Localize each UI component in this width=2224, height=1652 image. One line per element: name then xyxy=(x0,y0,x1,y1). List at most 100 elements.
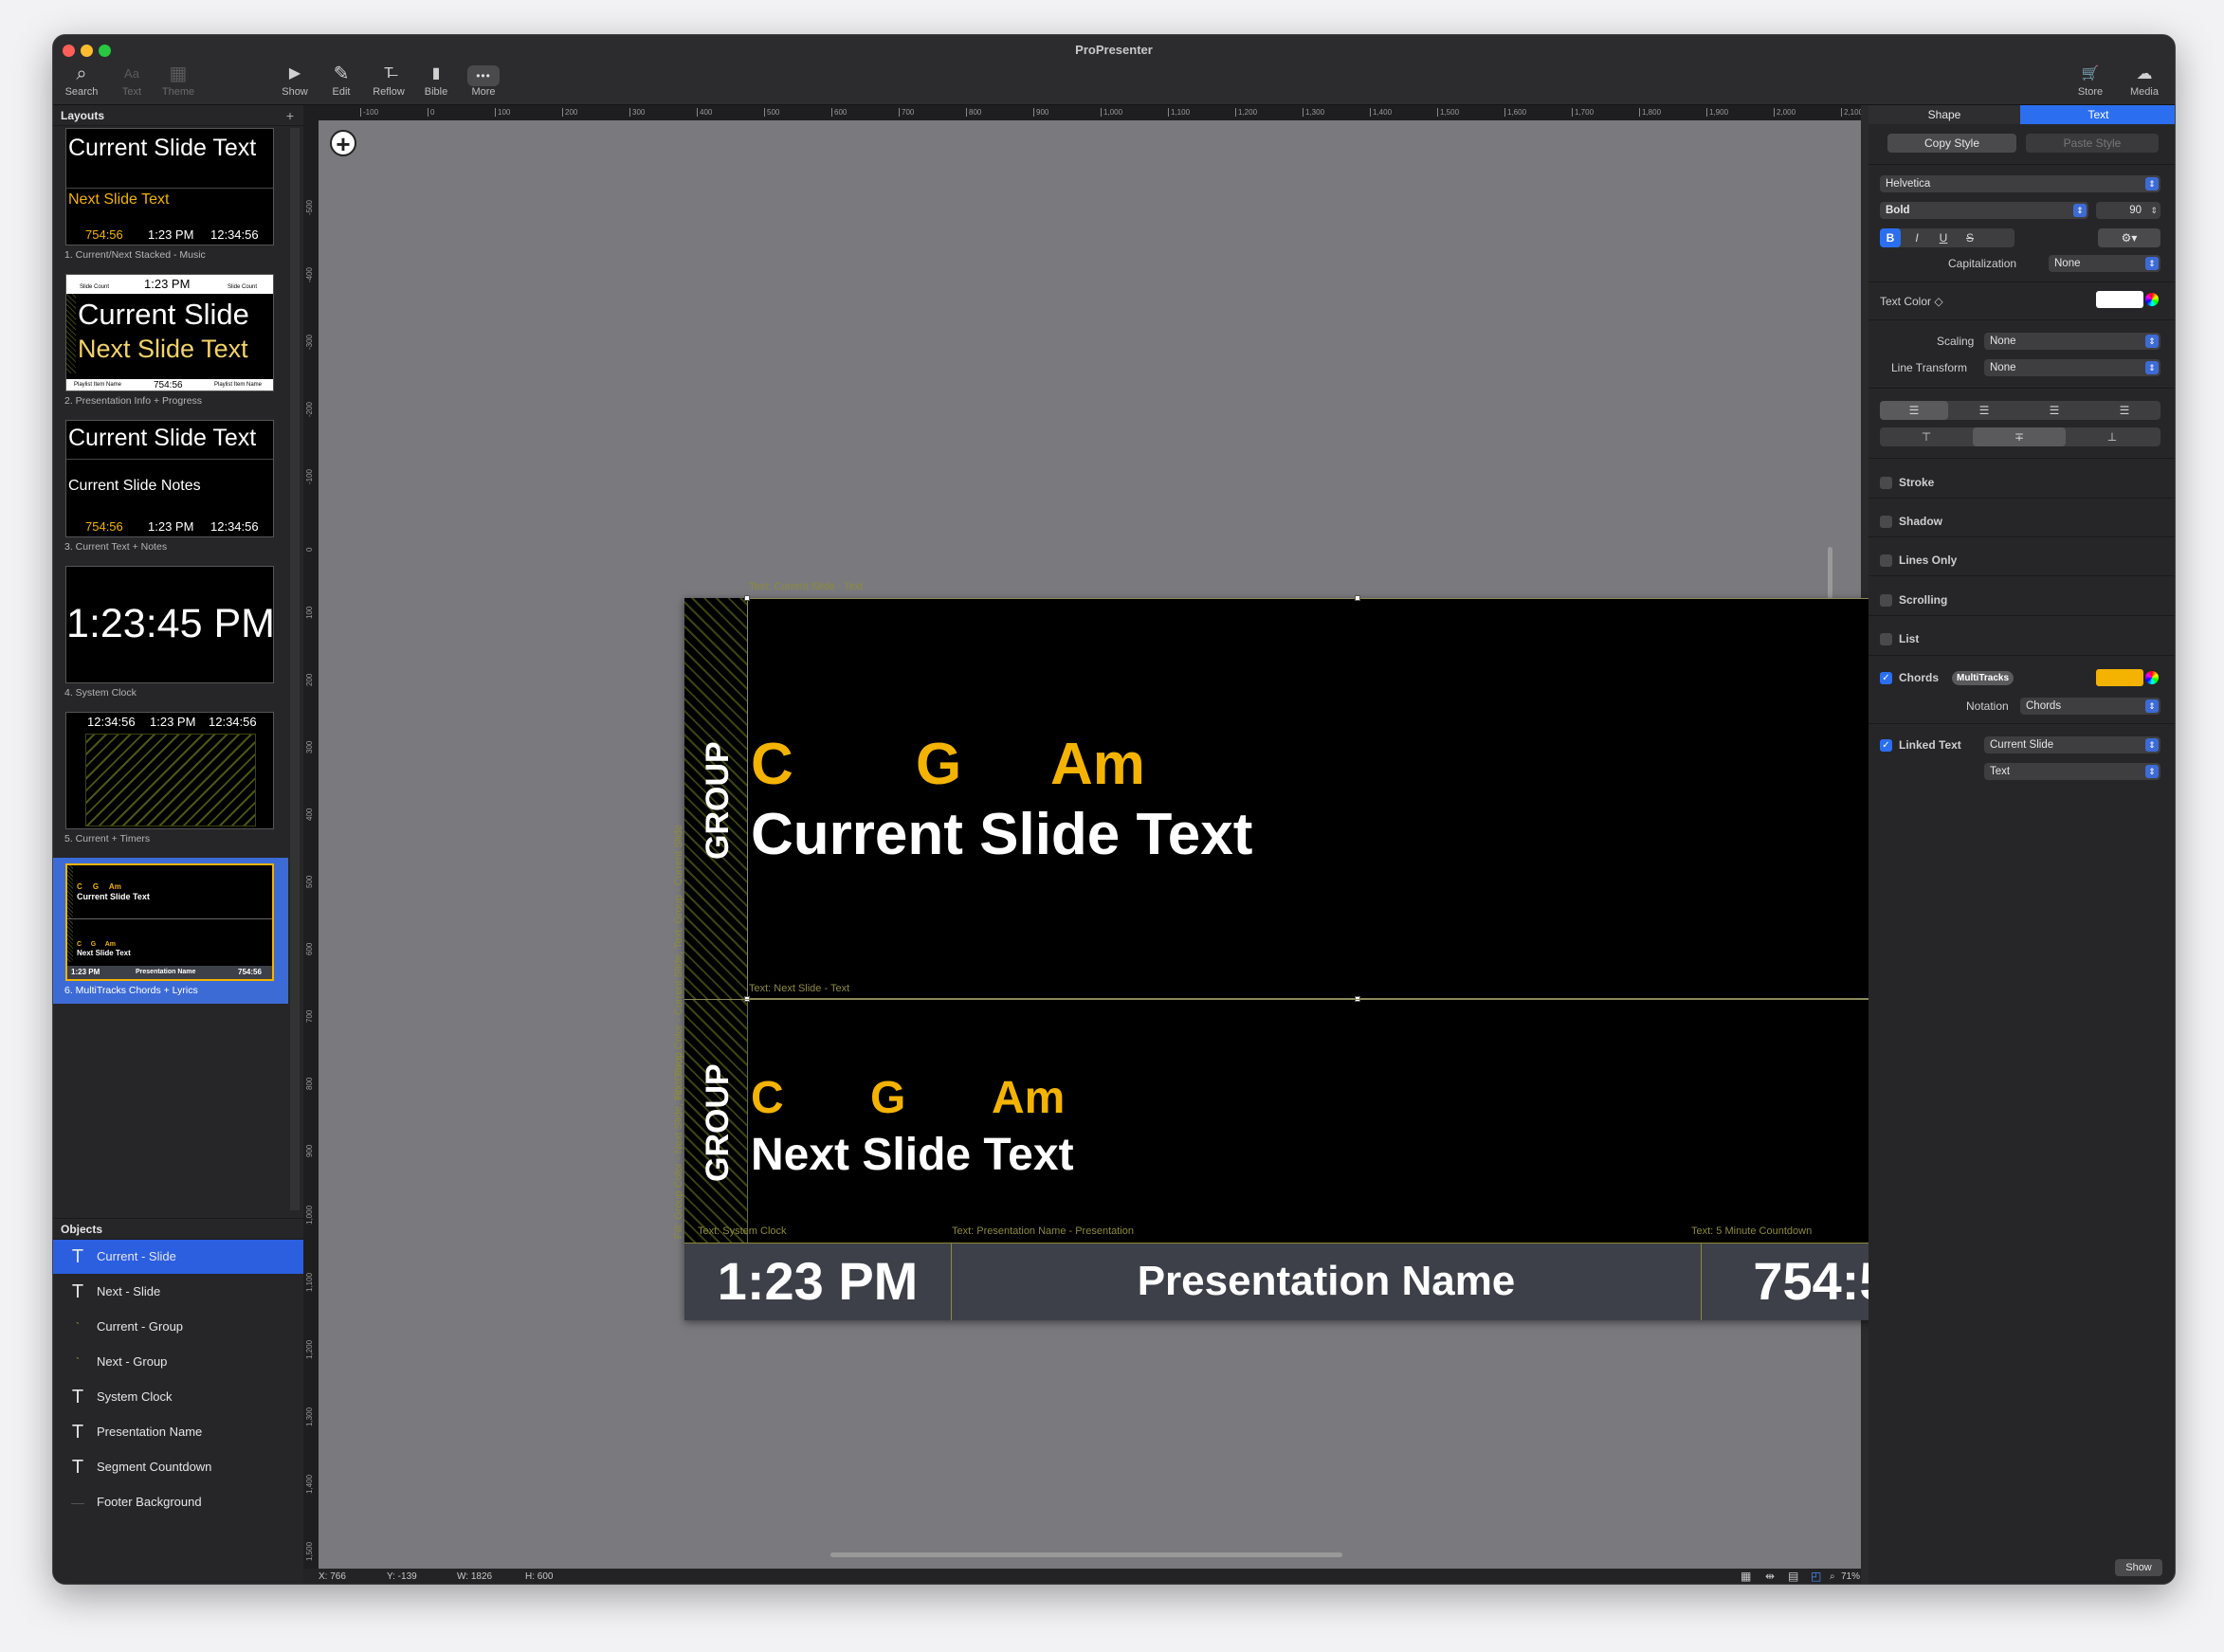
thumb-clock: 1:23 PM xyxy=(71,968,100,976)
object-item-current-slide[interactable]: T Current - Slide xyxy=(53,1240,303,1274)
align-top-icon[interactable]: ⊤ xyxy=(1880,427,1973,446)
stroke-checkbox[interactable] xyxy=(1880,477,1892,489)
layout-item[interactable]: Slide Count 1:23 PM Slide Count Current … xyxy=(53,274,288,416)
current-chord: Am xyxy=(1050,732,1145,797)
copy-style-button[interactable]: Copy Style xyxy=(1887,134,2016,153)
italic-toggle[interactable]: I xyxy=(1906,228,1927,247)
footer-background[interactable]: 1:23 PM Presentation Name 754:56 xyxy=(684,1243,1970,1320)
font-weight-select[interactable]: Bold ⇕ xyxy=(1880,202,2088,219)
objects-header: Objects xyxy=(53,1219,303,1240)
line-transform-select[interactable]: None ⇕ xyxy=(1984,359,2160,376)
inspector-panel: Shape Text Copy Style Paste Style Helvet… xyxy=(1869,105,2175,1584)
ruler-tick-label: 1,800 xyxy=(1639,108,1661,117)
capitalization-select[interactable]: None ⇕ xyxy=(2049,255,2160,272)
linked-type-select[interactable]: Text ⇕ xyxy=(1984,763,2160,780)
layout-item[interactable]: 12:34:56 1:23 PM 12:34:56 5. Current + T… xyxy=(53,712,288,854)
gear-icon[interactable]: ⚙▾ xyxy=(2098,228,2160,247)
tab-text[interactable]: Text xyxy=(2020,105,2175,124)
layout-item[interactable]: Current Slide Text Current Slide Notes 7… xyxy=(53,420,288,562)
layout-label: 2. Presentation Info + Progress xyxy=(64,395,203,407)
scaling-select[interactable]: None ⇕ xyxy=(1984,333,2160,350)
align-center-icon[interactable]: ☰ xyxy=(1950,401,2018,420)
align-middle-icon[interactable]: ∓ xyxy=(1973,427,2066,446)
objects-panel: Objects T Current - Slide T Next - Slide… xyxy=(53,1218,303,1584)
current-slide-text-box[interactable] xyxy=(747,598,1970,999)
window-title: ProPresenter xyxy=(1075,43,1153,57)
layouts-scrollbar[interactable] xyxy=(290,128,300,1210)
color-wheel-icon[interactable] xyxy=(2145,293,2159,306)
object-item-presentation-name[interactable]: T Presentation Name xyxy=(53,1415,303,1449)
align-right-icon[interactable]: ☰ xyxy=(2020,401,2088,420)
chord-color-swatch[interactable] xyxy=(2096,669,2143,686)
align-justify-icon[interactable]: ☰ xyxy=(2090,401,2159,420)
thumb-presentation-name: Presentation Name xyxy=(136,969,196,975)
ruler-tick-label: 1,300 xyxy=(1303,108,1324,117)
font-size-stepper[interactable]: 90 ⇕ xyxy=(2096,202,2160,219)
font-family-select[interactable]: Helvetica ⇕ xyxy=(1880,175,2160,192)
ruler-tick-label: 100 xyxy=(495,108,510,117)
fit-width-icon[interactable]: ⇹ xyxy=(1765,1570,1775,1583)
ruler-tick-label: 1,900 xyxy=(1706,108,1728,117)
paste-style-button[interactable]: Paste Style xyxy=(2026,134,2159,153)
store-button[interactable]: 🛒 Store xyxy=(2062,62,2119,98)
media-button[interactable]: ☁ Media xyxy=(2116,62,2173,98)
list-checkbox[interactable] xyxy=(1880,633,1892,645)
object-label: Current - Slide xyxy=(97,1249,176,1263)
color-wheel-icon[interactable] xyxy=(2145,671,2159,684)
current-slide-object-label: Text: Current Slide - Text xyxy=(749,581,864,592)
object-item-next-slide[interactable]: T Next - Slide xyxy=(53,1275,303,1309)
snap-icon[interactable]: ◰ xyxy=(1811,1570,1821,1583)
object-item-system-clock[interactable]: T System Clock xyxy=(53,1380,303,1414)
ruler-tick-label: 0 xyxy=(428,108,434,117)
canvas-horizontal-scrollbar[interactable] xyxy=(830,1552,1342,1557)
theme-button[interactable]: ▦ Theme xyxy=(150,62,207,98)
stepper-icon[interactable]: ⇕ xyxy=(2150,202,2158,219)
grid-icon[interactable]: ▤ xyxy=(1788,1570,1798,1583)
shadow-checkbox[interactable] xyxy=(1880,516,1892,528)
chevron-updown-icon: ⇕ xyxy=(2145,335,2159,348)
chords-checkbox[interactable]: ✓ xyxy=(1880,672,1892,684)
bold-toggle[interactable]: B xyxy=(1880,228,1901,247)
zoom-level[interactable]: 71% xyxy=(1841,1571,1860,1582)
underline-toggle[interactable]: U xyxy=(1933,228,1954,247)
status-w: W: 1826 xyxy=(457,1571,493,1582)
layout-item[interactable]: 1:23:45 PM 4. System Clock xyxy=(53,566,288,708)
tab-shape[interactable]: Shape xyxy=(1869,105,2020,124)
object-item-segment-countdown[interactable]: T Segment Countdown xyxy=(53,1450,303,1484)
align-bottom-icon[interactable]: ⊥ xyxy=(2066,427,2159,446)
checkerboard-icon[interactable]: ▦ xyxy=(1741,1570,1751,1583)
zoom-icon[interactable]: ⌕ xyxy=(1830,1571,1835,1582)
search-button[interactable]: ⌕ Search xyxy=(53,62,110,98)
show-button[interactable]: Show xyxy=(2115,1559,2162,1576)
layout-item[interactable]: Current Slide Text Next Slide Text 754:5… xyxy=(53,128,288,270)
layouts-header: Layouts + xyxy=(53,105,303,126)
system-clock-text[interactable]: 1:23 PM xyxy=(684,1243,952,1320)
slide-preview[interactable]: GROUP GROUP Fill: Group Color - Current … xyxy=(673,581,1973,1320)
editor-canvas[interactable]: + GROUP GROUP Fill: Group Color - Curren… xyxy=(319,120,1973,1569)
linked-text-checkbox[interactable]: ✓ xyxy=(1880,739,1892,752)
separator xyxy=(1869,615,2175,616)
scrolling-checkbox[interactable] xyxy=(1880,594,1892,607)
object-item-footer-background[interactable]: — Footer Background xyxy=(53,1485,303,1519)
notation-select[interactable]: Chords ⇕ xyxy=(2020,698,2160,715)
resize-handle[interactable] xyxy=(744,595,750,601)
status-x: X: 766 xyxy=(319,1571,346,1582)
strikethrough-toggle[interactable]: S xyxy=(1960,228,1980,247)
layout-item-selected[interactable]: C G Am Current Slide Text C G Am Next Sl… xyxy=(53,858,288,1004)
app-window: ProPresenter ⌕ Search Aa Text ▦ Theme ▶ … xyxy=(52,34,2176,1585)
resize-handle[interactable] xyxy=(1355,595,1360,601)
object-item-next-group[interactable]: ˋ Next - Group xyxy=(53,1345,303,1379)
layout-thumbnail: Current Slide Text Current Slide Notes 7… xyxy=(65,420,274,537)
presentation-name-text[interactable]: Presentation Name xyxy=(952,1243,1701,1320)
horizontal-ruler: -100 0 100 200 300 400 500 600 700 800 900 1,000 1,1… xyxy=(303,105,1861,120)
more-button[interactable]: ••• More xyxy=(455,62,512,98)
align-left-icon[interactable]: ☰ xyxy=(1880,401,1948,420)
thumb-group-stripe xyxy=(67,865,73,918)
add-object-icon[interactable]: + xyxy=(330,130,356,156)
add-layout-icon[interactable]: + xyxy=(286,105,294,126)
text-color-swatch[interactable] xyxy=(2096,291,2143,308)
lines-only-checkbox[interactable] xyxy=(1880,554,1892,567)
object-item-current-group[interactable]: ˋ Current - Group xyxy=(53,1310,303,1344)
thumb-countdown: 754:56 xyxy=(85,519,123,534)
linked-source-select[interactable]: Current Slide ⇕ xyxy=(1984,736,2160,753)
